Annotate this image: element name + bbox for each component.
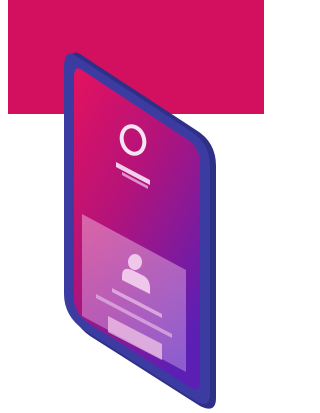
illustration-stage [0, 0, 264, 413]
isometric-phone-illustration [64, 52, 216, 409]
